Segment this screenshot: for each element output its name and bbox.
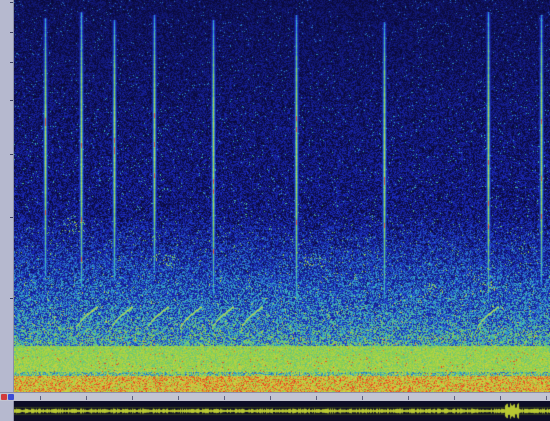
frequency-tick-label xyxy=(0,215,13,225)
frequency-tick-mark xyxy=(10,32,13,33)
time-ruler-tick xyxy=(40,396,41,400)
time-ruler-tick xyxy=(362,396,363,400)
frequency-tick-label xyxy=(0,296,13,306)
time-ruler-tick xyxy=(546,396,547,400)
time-ruler-tick xyxy=(408,396,409,400)
spectrogram-viewer xyxy=(0,0,550,421)
time-ruler-tick xyxy=(316,396,317,400)
waveform-canvas[interactable] xyxy=(14,401,550,421)
waveform-panel xyxy=(0,401,550,421)
time-ruler[interactable] xyxy=(0,392,550,401)
time-ruler-tick xyxy=(178,396,179,400)
waveform-axis xyxy=(0,401,14,421)
frequency-tick-label xyxy=(0,0,13,10)
time-ruler-tick xyxy=(270,396,271,400)
selection-start-handle[interactable] xyxy=(1,394,7,400)
time-ruler-tick xyxy=(224,396,225,400)
frequency-tick-mark xyxy=(10,2,13,3)
spectrogram-canvas[interactable] xyxy=(14,0,550,392)
waveform-view[interactable] xyxy=(14,401,550,421)
frequency-tick-mark xyxy=(10,154,13,155)
frequency-tick-label xyxy=(0,98,13,108)
frequency-tick-mark xyxy=(10,298,13,299)
frequency-axis xyxy=(0,0,14,392)
selection-end-handle[interactable] xyxy=(8,394,14,400)
frequency-tick-label xyxy=(0,152,13,162)
time-ruler-tick xyxy=(500,396,501,400)
time-ruler-tick xyxy=(86,396,87,400)
frequency-tick-label xyxy=(0,60,13,70)
time-ruler-tick xyxy=(454,396,455,400)
frequency-tick-mark xyxy=(10,100,13,101)
frequency-tick-label xyxy=(0,30,13,40)
time-ruler-tick xyxy=(132,396,133,400)
frequency-tick-mark xyxy=(10,217,13,218)
frequency-tick-mark xyxy=(10,62,13,63)
spectrogram-panel[interactable] xyxy=(14,0,550,392)
